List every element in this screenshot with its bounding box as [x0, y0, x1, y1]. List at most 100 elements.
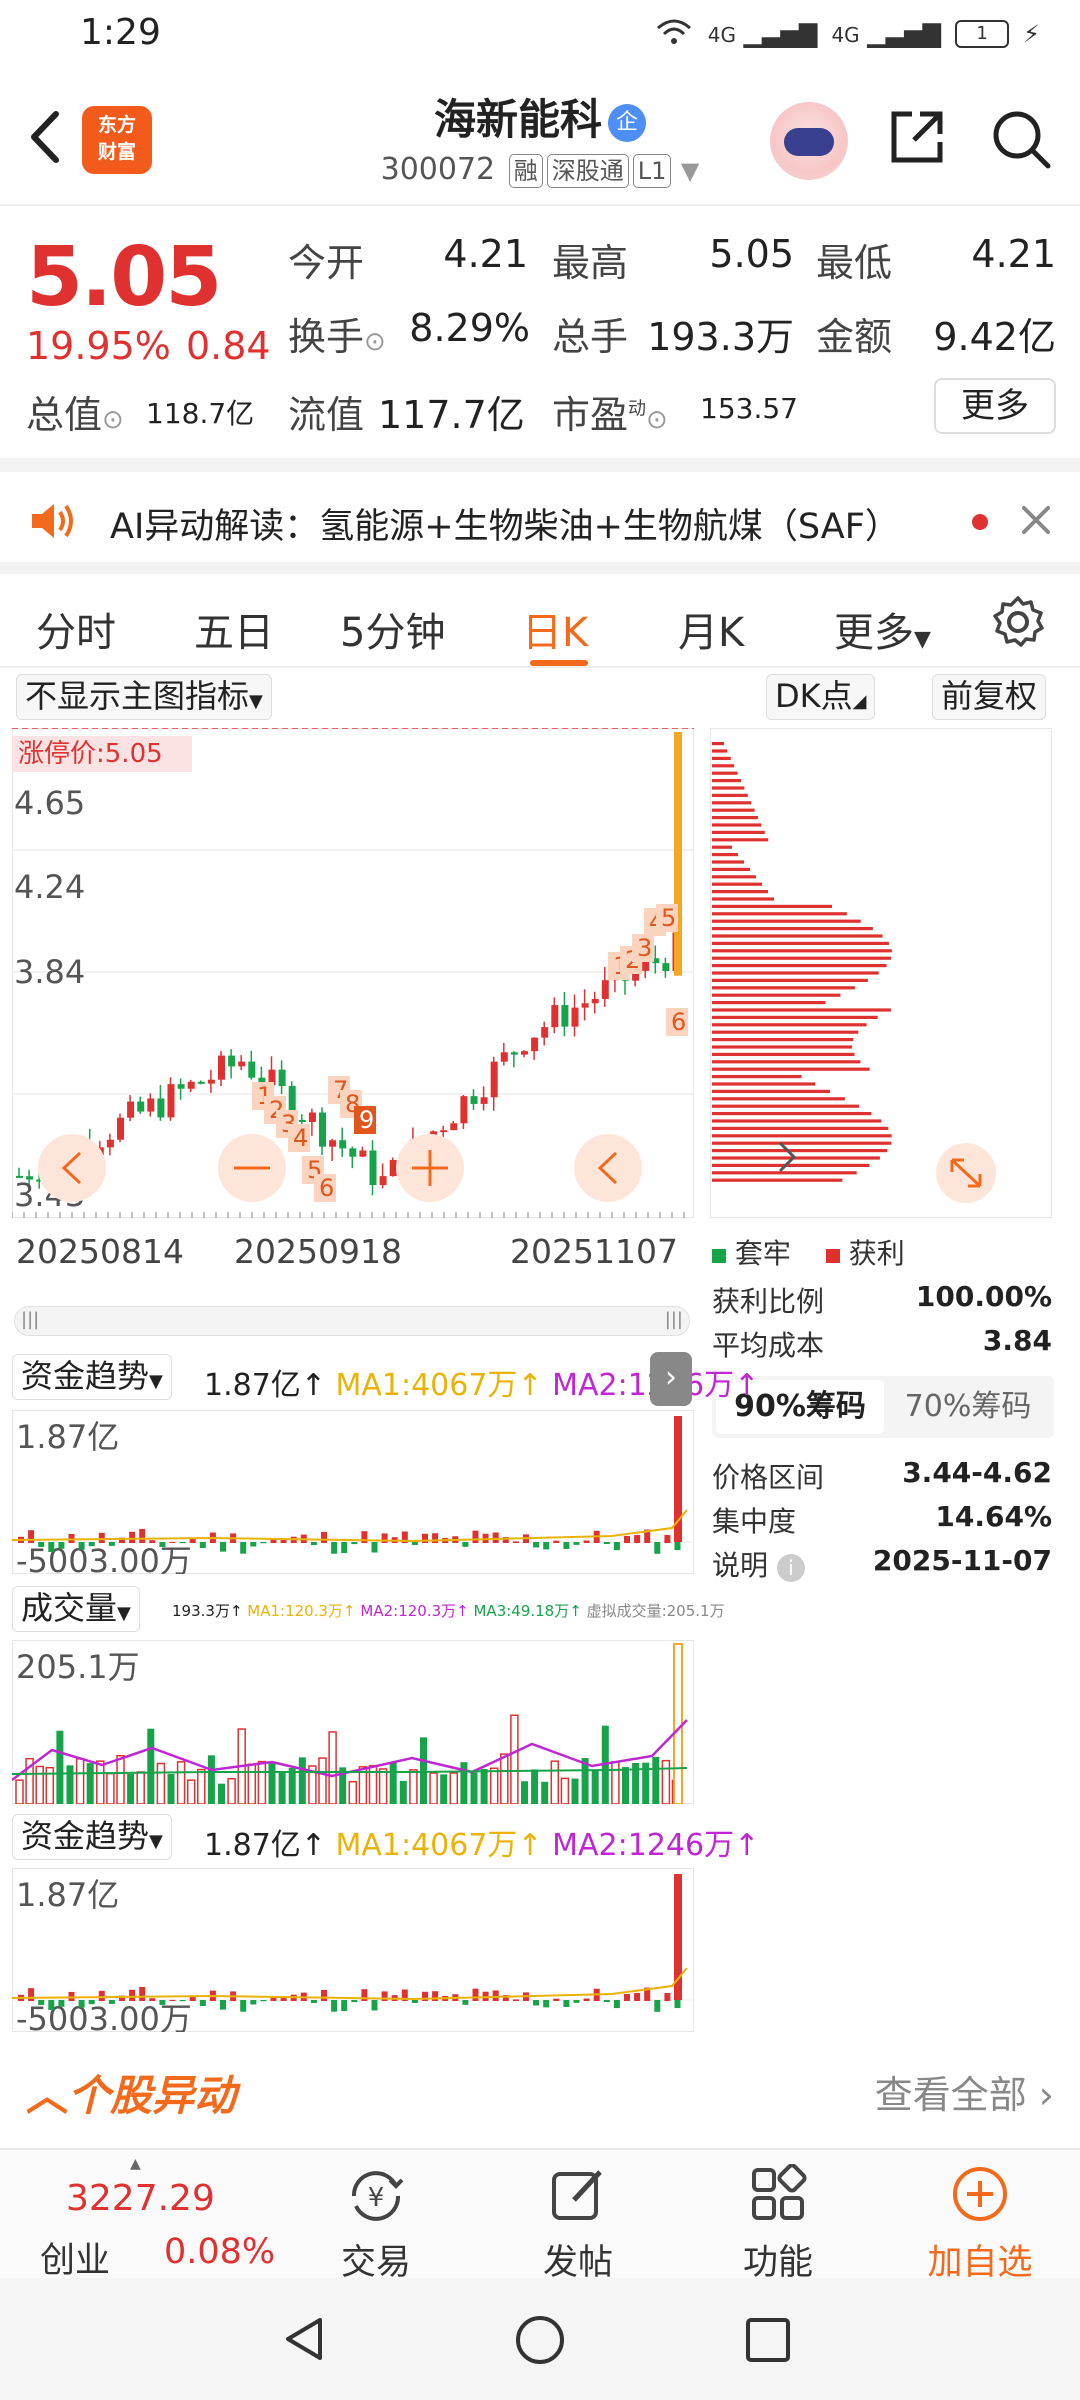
nav-post[interactable]: 发帖 [508, 2150, 648, 2283]
nav-trade[interactable]: ¥ 交易 [306, 2150, 446, 2283]
tab-5min[interactable]: 5分钟 [340, 600, 445, 658]
status-icons: 4G ▁▃▅▇ 4G ▁▃▅▇ 1 ⚡ [654, 16, 1040, 52]
chip-bar [712, 882, 762, 886]
volume-bar [489, 1767, 499, 1804]
chip-bar [712, 1141, 892, 1145]
chip-distribution-chart[interactable] [710, 728, 1052, 1218]
avg-cost-value: 3.84 [982, 1324, 1052, 1357]
tab-more[interactable]: 更多▼ [834, 600, 931, 658]
chip-bar [712, 912, 847, 916]
fund-bar [78, 1542, 85, 1550]
fund-bar [462, 1542, 469, 1547]
chip-bar [712, 860, 744, 864]
expand-panel-button[interactable]: › [650, 1352, 692, 1406]
search-icon[interactable] [990, 108, 1052, 170]
tab-five-day[interactable]: 五日 [194, 600, 274, 658]
nav-add-watchlist[interactable]: 加自选 [910, 2150, 1050, 2283]
event-marker: 4 [293, 1124, 308, 1152]
candle-body [349, 1148, 357, 1157]
amount-label: 金额 [816, 315, 893, 359]
view-all-link[interactable]: 查看全部 › [875, 2064, 1054, 2119]
volume-bar [56, 1730, 64, 1804]
system-home-icon[interactable] [514, 2314, 566, 2366]
chip-bar [712, 1104, 860, 1108]
active-tab-indicator [530, 660, 588, 666]
candle-body [106, 1139, 114, 1148]
stock-code: 300072 [380, 152, 496, 187]
adjust-button[interactable]: 前复权 [932, 674, 1047, 720]
candle-body [500, 1052, 508, 1062]
nav-functions[interactable]: 功能 [708, 2150, 848, 2283]
chip-bar [712, 949, 892, 953]
dk-point-button[interactable]: DK点◢ [766, 674, 876, 720]
fund-bar [411, 2000, 418, 2003]
fund-bar [512, 1541, 519, 1543]
ai-alert-banner[interactable]: AI异动解读：氢能源+生物柴油+生物航煤（SAF） [0, 458, 1080, 562]
candle-body [531, 1037, 539, 1052]
tag-level: L1 [632, 154, 672, 188]
tab-intraday[interactable]: 分时 [36, 600, 116, 658]
avg-cost-label: 平均成本 [712, 1329, 825, 1362]
candle-body [238, 1061, 246, 1067]
fund-bar [674, 1542, 681, 1551]
candle-body [228, 1055, 236, 1067]
more-quote-button[interactable]: 更多 [934, 378, 1056, 434]
fund-bar [28, 1530, 35, 1543]
tab-70-percent[interactable]: 70%筹码 [888, 1380, 1048, 1434]
fund-bar [240, 1542, 247, 1554]
tab-monthly-k[interactable]: 月K [678, 600, 744, 658]
quote-panel: 5.05 19.95% 0.84 今开 4.21 最高 5.05 最低 4.21… [0, 206, 1080, 456]
legend-swatch-trap [712, 1249, 726, 1263]
share-icon[interactable] [886, 106, 948, 168]
fund-bar [270, 1539, 277, 1543]
fund-bar [159, 1542, 166, 1547]
fund-bar [108, 2000, 115, 2004]
volume-bar [268, 1763, 276, 1804]
candle-body [218, 1055, 225, 1080]
turnover-value: 8.29% [409, 306, 530, 350]
low-value: 4.21 [971, 232, 1056, 276]
scroll-handle-right[interactable]: ||| [665, 1309, 683, 1330]
system-recents-icon[interactable] [744, 2316, 792, 2364]
candle-body [369, 1150, 377, 1186]
scroll-handle-left[interactable]: ||| [21, 1309, 39, 1330]
volume-bar [611, 1761, 620, 1804]
chip-bar [712, 1178, 843, 1182]
fund-trend-dropdown-2[interactable]: 资金趋势▼ [12, 1814, 172, 1860]
chip-bar [712, 1082, 816, 1086]
chip-bar [712, 919, 861, 923]
volume-bar [348, 1780, 358, 1804]
candlestick-chart[interactable]: 涨停价:5.05 4.65 4.24 3.84 3.43 12345678912… [12, 728, 694, 1218]
candle-body [278, 1069, 286, 1087]
volume-bar [622, 1767, 629, 1804]
candle-body [197, 1081, 205, 1084]
tab-daily-k[interactable]: 日K [522, 600, 588, 658]
fund-bar [492, 1990, 499, 2001]
volume-bar [147, 1728, 155, 1804]
close-icon[interactable] [1016, 500, 1056, 540]
main-indicator-dropdown[interactable]: 不显示主图指标▼ [16, 674, 272, 720]
ai-robot-avatar[interactable] [770, 102, 848, 180]
fund-bar [88, 1542, 95, 1547]
chart-range-scrollbar[interactable]: ||| ||| [14, 1306, 690, 1336]
chip-bar [712, 771, 738, 775]
candle-body [541, 1027, 549, 1038]
volume-bar [167, 1773, 175, 1804]
pe-value: 153.57 [700, 392, 798, 425]
fund-trend-dropdown-1[interactable]: 资金趋势▼ [12, 1354, 172, 1400]
candle-body [440, 1130, 448, 1133]
index-ticker[interactable]: ▲ 3227.29 创业 0.08% [0, 2150, 280, 2281]
chip-bar [712, 838, 769, 842]
chip-bar [712, 764, 735, 768]
event-marker: 6 [671, 1008, 686, 1036]
dropdown-triangle-icon: ▼ [149, 1831, 163, 1852]
candle-body [157, 1098, 165, 1118]
tag-margin: 融 [508, 154, 543, 188]
volume-bar [227, 1778, 236, 1804]
charging-icon: ⚡ [1023, 20, 1040, 48]
scroll-right-button [574, 1134, 642, 1202]
system-back-icon[interactable] [280, 2314, 330, 2364]
gear-icon[interactable] [990, 594, 1046, 650]
volume-bar [661, 1759, 671, 1804]
volume-dropdown[interactable]: 成交量▼ [12, 1586, 140, 1632]
